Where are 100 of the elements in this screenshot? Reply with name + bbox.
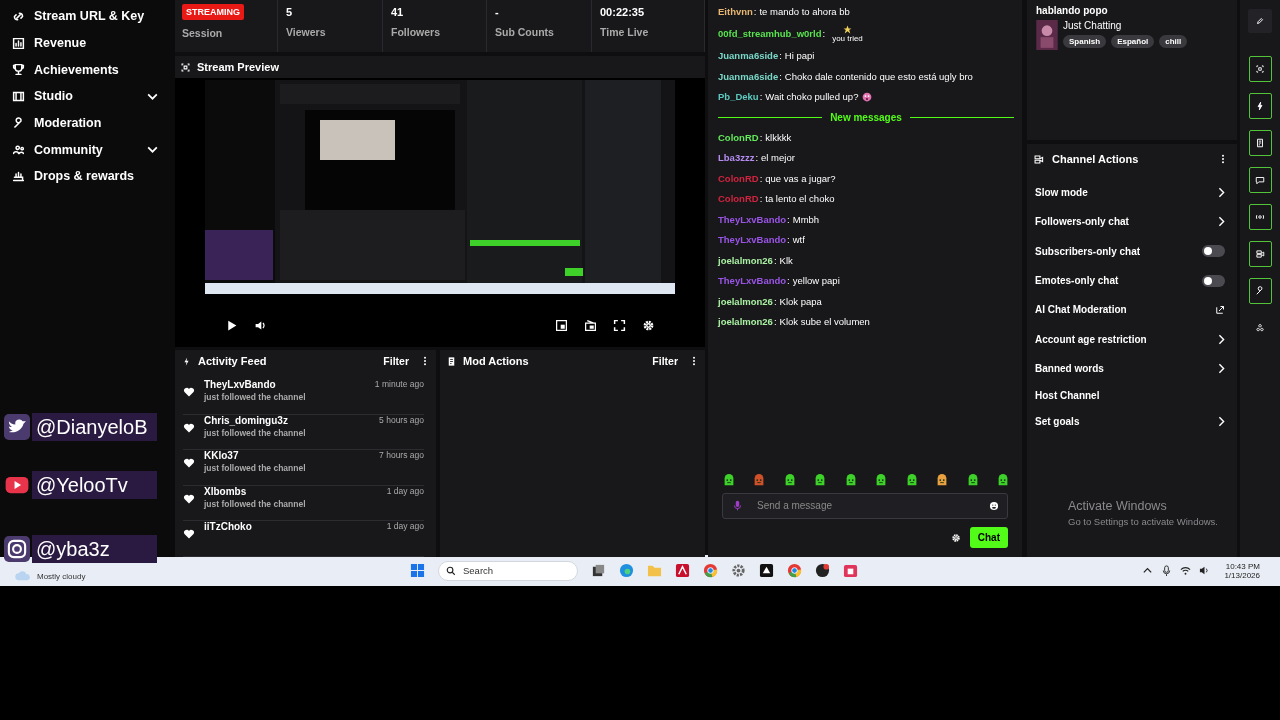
channel-action-label[interactable]: Banned words bbox=[1035, 362, 1104, 374]
sidebar-item[interactable]: Revenue bbox=[0, 29, 175, 57]
external-link-icon[interactable] bbox=[1216, 305, 1225, 315]
event-time: 7 hours ago bbox=[379, 450, 424, 461]
chat-username[interactable]: ColonRD bbox=[718, 131, 759, 143]
chat-username[interactable]: TheyLxvBando bbox=[718, 213, 787, 225]
filter-button[interactable]: Filter bbox=[375, 355, 417, 367]
chat-username[interactable]: Juanma6side bbox=[718, 70, 779, 82]
chat-username[interactable]: joelalmon26 bbox=[718, 316, 773, 328]
filter-button[interactable]: Filter bbox=[644, 355, 686, 367]
sidebar-item[interactable]: Studio bbox=[0, 83, 175, 110]
emoji-picker-icon[interactable] bbox=[989, 500, 999, 511]
chat-username[interactable]: Lba3zzz bbox=[718, 152, 755, 164]
camera-button[interactable] bbox=[1248, 241, 1272, 267]
chrome-icon[interactable] bbox=[787, 563, 802, 578]
document-button[interactable] bbox=[1248, 130, 1272, 156]
sidebar-item[interactable]: Stream URL & Key bbox=[0, 3, 175, 30]
channel-action-label[interactable]: Subscribers-only chat bbox=[1035, 245, 1141, 257]
app-icon[interactable] bbox=[759, 563, 774, 578]
camera-icon bbox=[1033, 153, 1044, 165]
chevron-right-icon[interactable] bbox=[1218, 416, 1225, 428]
chat-username[interactable]: Eithvnn bbox=[718, 5, 753, 17]
pencil-button[interactable] bbox=[1248, 9, 1272, 33]
caret-up-icon[interactable] bbox=[1142, 565, 1154, 576]
volume-icon[interactable] bbox=[1199, 565, 1211, 576]
more-options-icon[interactable] bbox=[423, 356, 427, 366]
picture-in-picture-icon[interactable] bbox=[555, 318, 568, 332]
chat-message: el mejor bbox=[761, 152, 795, 164]
chat-message: Klok sube el volumen bbox=[779, 316, 870, 328]
theatre-mode-icon[interactable] bbox=[584, 318, 597, 332]
microphone-icon[interactable] bbox=[1161, 565, 1173, 576]
chat-username[interactable]: Pb_Deku bbox=[718, 91, 759, 103]
wifi-icon[interactable] bbox=[1180, 565, 1192, 576]
play-icon[interactable] bbox=[225, 318, 238, 332]
windows-start-icon[interactable] bbox=[410, 563, 425, 578]
tag[interactable]: chill bbox=[1159, 35, 1188, 48]
chat-message: Klok papa bbox=[779, 295, 822, 307]
channel-action-label[interactable]: Account age restriction bbox=[1035, 333, 1147, 345]
chevron-right-icon[interactable] bbox=[1218, 216, 1225, 228]
name-separator: : bbox=[787, 275, 790, 287]
clock-date[interactable]: 1/13/2026 bbox=[1224, 570, 1260, 580]
browser-icon[interactable] bbox=[619, 563, 634, 578]
sidebar-icon bbox=[12, 116, 25, 130]
sidebar-item[interactable]: Drops & rewards bbox=[0, 163, 175, 190]
chat-username[interactable]: joelalmon26 bbox=[718, 254, 773, 266]
weather-text[interactable]: Mostly cloudy bbox=[37, 572, 86, 581]
settings-icon[interactable] bbox=[642, 318, 655, 332]
channel-action-label[interactable]: AI Chat Moderation bbox=[1035, 304, 1127, 316]
channel-action-label[interactable]: Emotes-only chat bbox=[1035, 275, 1119, 287]
event-time: 5 hours ago bbox=[379, 414, 424, 426]
screen-capture-button[interactable] bbox=[1248, 56, 1272, 82]
chat-username[interactable]: joelalmon26 bbox=[718, 295, 773, 307]
channel-action-label[interactable]: Host Channel bbox=[1035, 389, 1100, 401]
name-separator: : bbox=[779, 50, 782, 62]
wrench-button[interactable] bbox=[1248, 278, 1272, 304]
channel-action-label[interactable]: Followers-only chat bbox=[1035, 216, 1129, 228]
chat-input[interactable]: Send a message bbox=[722, 492, 1008, 519]
chrome-icon[interactable] bbox=[703, 563, 718, 578]
stat-label: Sub Counts bbox=[495, 26, 554, 38]
more-options-icon[interactable] bbox=[692, 356, 696, 366]
tag[interactable]: Español bbox=[1111, 35, 1155, 48]
app-icon[interactable] bbox=[815, 563, 830, 578]
sidebar-item[interactable]: Achievements bbox=[0, 56, 175, 84]
broadcast-button[interactable] bbox=[1248, 204, 1272, 230]
pencil-icon bbox=[1255, 16, 1265, 26]
microphone-icon[interactable] bbox=[732, 499, 743, 511]
name-separator: : bbox=[787, 234, 790, 246]
tag[interactable]: Spanish bbox=[1063, 35, 1107, 48]
toggle-switch[interactable] bbox=[1202, 245, 1225, 258]
event-time: 1 day ago bbox=[386, 521, 424, 532]
sidebar-icon bbox=[12, 143, 25, 157]
category-name[interactable]: Just Chatting bbox=[1063, 20, 1188, 31]
chat-bubble-button[interactable] bbox=[1248, 167, 1272, 193]
stat-label: Session bbox=[182, 27, 223, 39]
clock-time[interactable]: 10:43 PM bbox=[1225, 561, 1260, 571]
sidebar-item[interactable]: Moderation bbox=[0, 109, 175, 137]
task-view-icon[interactable] bbox=[591, 563, 606, 578]
chat-username[interactable]: TheyLxvBando bbox=[718, 275, 787, 287]
chat-send-button[interactable]: Chat bbox=[969, 527, 1008, 548]
name-separator: : bbox=[779, 70, 782, 82]
chevron-right-icon[interactable] bbox=[1218, 187, 1225, 199]
stat-value: - bbox=[495, 6, 499, 18]
chevron-right-icon[interactable] bbox=[1218, 362, 1225, 374]
lightning-button[interactable] bbox=[1248, 93, 1272, 119]
emote-icon[interactable] bbox=[722, 472, 736, 487]
chevron-right-icon[interactable] bbox=[1218, 333, 1225, 345]
gear-icon[interactable] bbox=[731, 563, 746, 578]
toggle-switch[interactable] bbox=[1202, 274, 1225, 287]
more-options-icon[interactable] bbox=[1221, 154, 1225, 164]
sidebar-item[interactable]: Community bbox=[0, 136, 175, 164]
chat-username[interactable]: 00fd_streamhub_w0rld bbox=[718, 28, 822, 39]
channel-action-label[interactable]: Slow mode bbox=[1035, 187, 1088, 199]
channel-action-label[interactable]: Set goals bbox=[1035, 416, 1080, 428]
fullscreen-icon[interactable] bbox=[613, 318, 626, 332]
chat-username[interactable]: Juanma6side bbox=[718, 50, 779, 62]
settings-icon[interactable] bbox=[950, 532, 961, 543]
heart-icon bbox=[183, 457, 195, 469]
taskbar-search-field[interactable]: Search bbox=[438, 560, 578, 581]
camera-icon bbox=[1255, 249, 1265, 259]
chat-username[interactable]: TheyLxvBando bbox=[718, 234, 787, 246]
